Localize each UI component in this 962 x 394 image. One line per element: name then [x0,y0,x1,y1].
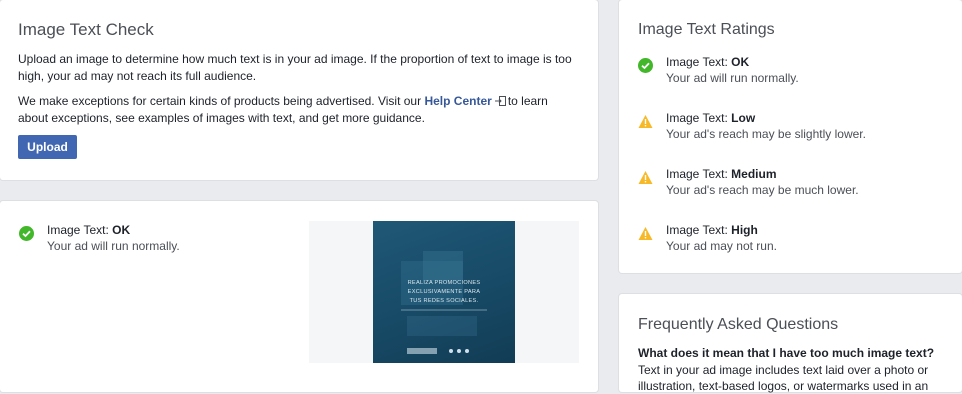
rating-label: Image Text: OK [666,54,749,70]
rating-prefix: Image Text: [666,167,728,181]
result-label: Image Text: OK [47,222,130,238]
rating-message: Your ad's reach may be slightly lower. [666,127,866,141]
rating-level: Low [731,111,756,125]
faq-title: Frequently Asked Questions [638,316,839,333]
check-circle-icon [638,58,653,73]
check-description: Upload an image to determine how much te… [18,52,572,83]
result-card: Image Text: OK Your ad will run normally… [0,201,598,392]
result-rating: OK [112,223,131,237]
upload-button[interactable]: Upload [18,135,77,159]
warning-icon [638,115,653,128]
faq-card: Frequently Asked Questions What does it … [619,294,962,393]
rating-label: Image Text: Low [666,110,755,126]
result-prefix: Image Text: [47,223,109,237]
rating-prefix: Image Text: [666,111,728,125]
ratings-title: Image Text Ratings [638,21,775,38]
rating-label: Image Text: High [666,222,758,238]
rating-message: Your ad will run normally. [666,71,799,85]
faq-answer: Text in your ad image includes text laid… [638,363,929,393]
uploaded-image-preview: REALIZA PROMOCIONES EXCLUSIVAMENTE PARA … [373,221,515,363]
rating-level: High [731,223,758,237]
rating-message: Your ad may not run. [666,239,777,253]
external-link-icon [494,96,506,106]
exceptions-text-start: We make exceptions for certain kinds of … [18,94,422,108]
rating-prefix: Image Text: [666,55,728,69]
image-preview-area: REALIZA PROMOCIONES EXCLUSIVAMENTE PARA … [309,221,579,363]
rating-level: Medium [731,167,777,181]
check-circle-icon [19,226,34,241]
warning-icon [638,171,653,184]
preview-text-line: EXCLUSIVAMENTE PARA [407,289,481,295]
rating-prefix: Image Text: [666,223,728,237]
image-text-ratings-card: Image Text Ratings Image Text: OK Your a… [619,0,962,273]
result-message: Your ad will run normally. [47,239,180,253]
rating-level: OK [731,55,750,69]
image-text-check-card: Image Text Check Upload an image to dete… [0,0,598,180]
preview-text-line: TUS REDES SOCIALES. [409,298,479,304]
preview-text-line: REALIZA PROMOCIONES [407,280,481,286]
faq-question: What does it mean that I have too much i… [638,346,935,360]
exceptions-paragraph: We make exceptions for certain kinds of … [18,93,578,127]
check-title: Image Text Check [18,20,154,39]
rating-label: Image Text: Medium [666,166,777,182]
rating-message: Your ad's reach may be much lower. [666,183,859,197]
warning-icon [638,227,653,240]
help-center-link[interactable]: Help Center [424,94,491,108]
